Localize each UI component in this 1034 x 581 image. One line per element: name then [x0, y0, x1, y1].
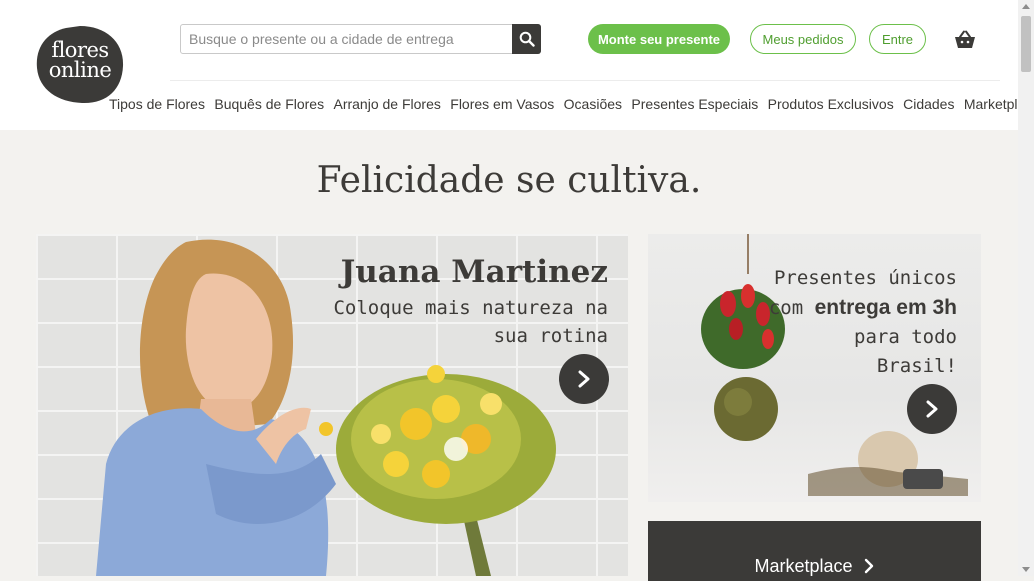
basket-icon[interactable] — [953, 30, 977, 50]
promo-line-4: Brasil! — [876, 355, 957, 377]
promo-delivery-highlight: entrega em 3h — [814, 296, 957, 319]
nav-item-cidades[interactable]: Cidades — [903, 96, 954, 112]
scroll-up-arrow-icon[interactable] — [1022, 4, 1030, 9]
search-button[interactable] — [512, 24, 541, 54]
marketplace-label: Marketplace — [754, 555, 853, 576]
hero-banner[interactable]: Juana Martinez Coloque mais natureza na … — [36, 234, 628, 576]
promo-line-2: com entrega em 3h — [717, 293, 957, 323]
logo-word-online: online — [48, 58, 112, 82]
promo-next-button[interactable] — [907, 384, 957, 434]
nav-item-tipos-de-flores[interactable]: Tipos de Flores — [109, 96, 205, 112]
my-orders-button[interactable]: Meus pedidos — [750, 24, 856, 54]
nav-item-ocasioes[interactable]: Ocasiões — [564, 96, 622, 112]
marketplace-banner[interactable]: Marketplace — [648, 521, 981, 581]
scroll-down-arrow-icon[interactable] — [1022, 567, 1030, 572]
promo-line-1: Presentes únicos — [773, 267, 957, 289]
hero-subtitle: Coloque mais natureza na sua rotina — [333, 297, 608, 347]
nav-item-produtos-exclusivos[interactable]: Produtos Exclusivos — [768, 96, 894, 112]
nav-item-presentes-especiais[interactable]: Presentes Especiais — [631, 96, 758, 112]
main-nav: Tipos de Flores Buquês de Flores Arranjo… — [109, 96, 1034, 112]
chevron-right-icon — [864, 558, 873, 574]
hero-title: Juana Martinez — [340, 254, 608, 290]
site-header: flores online Monte seu presente Meus pe… — [0, 0, 1034, 130]
search-icon — [519, 31, 535, 47]
page-headline: Felicidade se cultiva. — [316, 160, 702, 201]
chevron-right-icon — [578, 370, 590, 388]
header-divider — [170, 80, 1000, 81]
promo-line-3: para todo — [854, 326, 957, 348]
login-button[interactable]: Entre — [869, 24, 926, 54]
promo-banner[interactable]: Presentes únicos com entrega em 3h para … — [648, 234, 981, 502]
search-bar — [180, 24, 541, 54]
chevron-right-icon — [926, 400, 938, 418]
promo-line-2-prefix: com — [768, 297, 815, 319]
nav-item-arranjo-de-flores[interactable]: Arranjo de Flores — [333, 96, 440, 112]
search-input[interactable] — [181, 25, 511, 53]
promo-text: Presentes únicos com entrega em 3h para … — [717, 264, 957, 381]
hero-next-button[interactable] — [559, 354, 609, 404]
flores-online-logo[interactable]: flores online — [36, 24, 124, 104]
nav-item-flores-em-vasos[interactable]: Flores em Vasos — [450, 96, 554, 112]
build-gift-button[interactable]: Monte seu presente — [588, 24, 730, 54]
nav-item-buques-de-flores[interactable]: Buquês de Flores — [214, 96, 324, 112]
scroll-thumb[interactable] — [1021, 16, 1031, 72]
logo-word-flores: flores — [51, 38, 109, 62]
vertical-scrollbar[interactable] — [1018, 0, 1034, 576]
